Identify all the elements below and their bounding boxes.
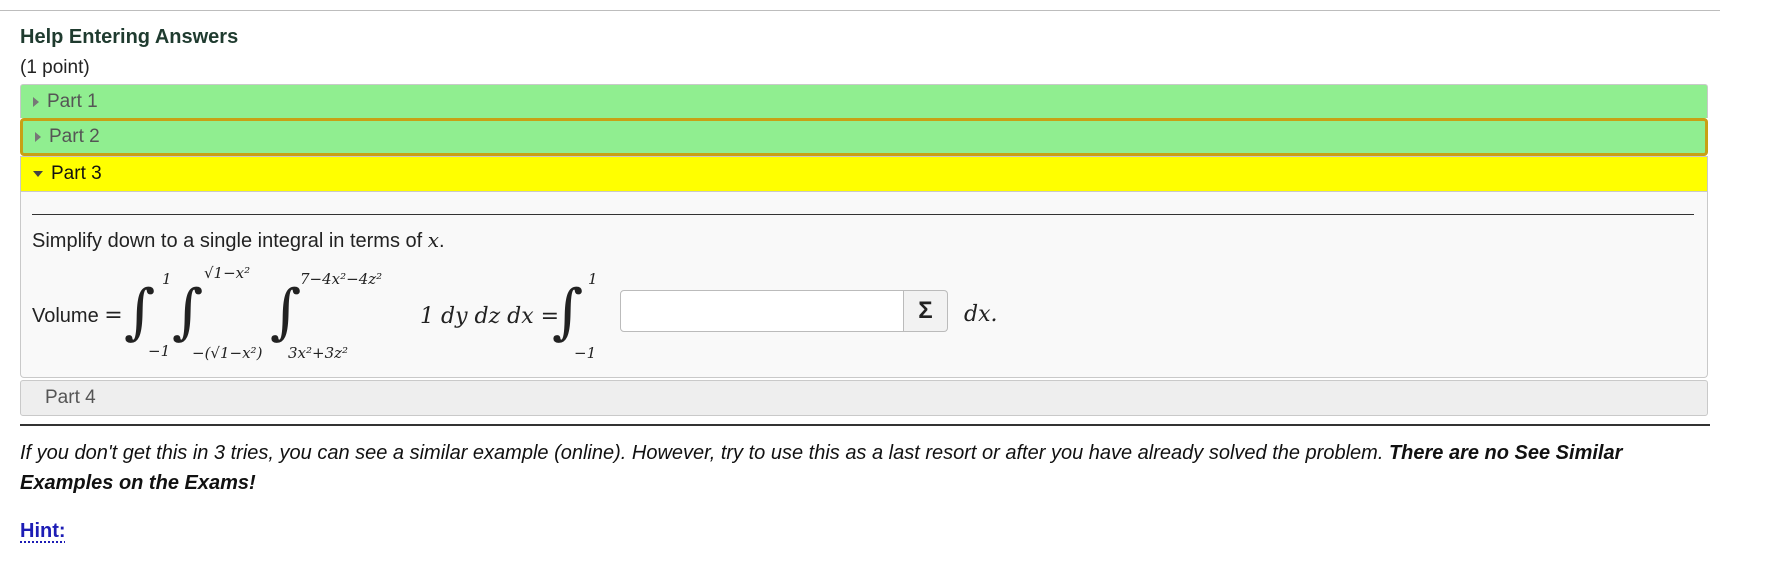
- integral-rhs-lower: −1: [574, 344, 597, 362]
- sigma-icon: Σ: [918, 297, 933, 324]
- integral-3-lower: 3x²+3z²: [288, 344, 349, 362]
- panel-divider: [32, 214, 1694, 215]
- instruction: Simplify down to a single integral in te…: [32, 228, 445, 253]
- integral-2-lower: −(√1−x²): [192, 344, 263, 362]
- part-1-label: Part 1: [47, 90, 98, 112]
- points-label: (1 point): [20, 57, 90, 78]
- equation-editor-button[interactable]: Σ: [904, 290, 948, 332]
- volume-word: Volume: [32, 305, 99, 327]
- integral-2-upper: √1−x²: [204, 264, 251, 282]
- answer-input[interactable]: [620, 290, 904, 332]
- hint-link[interactable]: Hint:: [20, 520, 66, 543]
- page-title: Help Entering Answers: [20, 26, 239, 48]
- integral-sign-3: ∫: [270, 277, 302, 347]
- instruction-variable: x: [427, 228, 440, 252]
- top-divider: [0, 10, 1720, 11]
- bottom-divider: [20, 424, 1710, 426]
- integral-1-lower: −1: [148, 342, 171, 360]
- part-1-header[interactable]: Part 1: [20, 84, 1708, 118]
- instruction-period: .: [439, 230, 445, 252]
- integral-sign-rhs: ∫: [552, 277, 584, 347]
- integral-sign-2: ∫: [172, 277, 204, 347]
- part-2-header[interactable]: Part 2: [20, 118, 1708, 156]
- part-3-header[interactable]: Part 3: [20, 156, 1708, 192]
- caret-down-icon: [33, 171, 43, 177]
- integral-1-upper: 1: [162, 270, 172, 288]
- integrand: 1 dy dz dx =: [420, 304, 559, 329]
- integral-rhs-upper: 1: [588, 270, 598, 288]
- caret-right-icon: [33, 96, 39, 107]
- caret-right-icon: [35, 132, 41, 142]
- instruction-text: Simplify down to a single integral in te…: [32, 230, 428, 252]
- equals-sign: =: [104, 303, 123, 328]
- equation-row: Volume = ∫ 1 −1 ∫ √1−x² −(√1−x²) ∫ 7−4x²…: [32, 264, 1692, 378]
- part-2-label: Part 2: [49, 126, 100, 147]
- part-4-label: Part 4: [45, 387, 96, 408]
- part-4-header[interactable]: Part 4: [20, 380, 1708, 416]
- note-text: If you don't get this in 3 tries, you ca…: [20, 442, 1389, 464]
- integral-3-upper: 7−4x²−4z²: [300, 270, 383, 288]
- integrand-expression: 1 dy dz dx: [420, 304, 534, 329]
- volume-label: Volume =: [32, 303, 123, 328]
- part-3-label: Part 3: [51, 163, 102, 184]
- dx-label: dx.: [964, 302, 998, 327]
- part-3-panel: Simplify down to a single integral in te…: [20, 192, 1708, 378]
- integral-sign-1: ∫: [124, 277, 156, 347]
- similar-example-note: If you don't get this in 3 tries, you ca…: [20, 438, 1720, 498]
